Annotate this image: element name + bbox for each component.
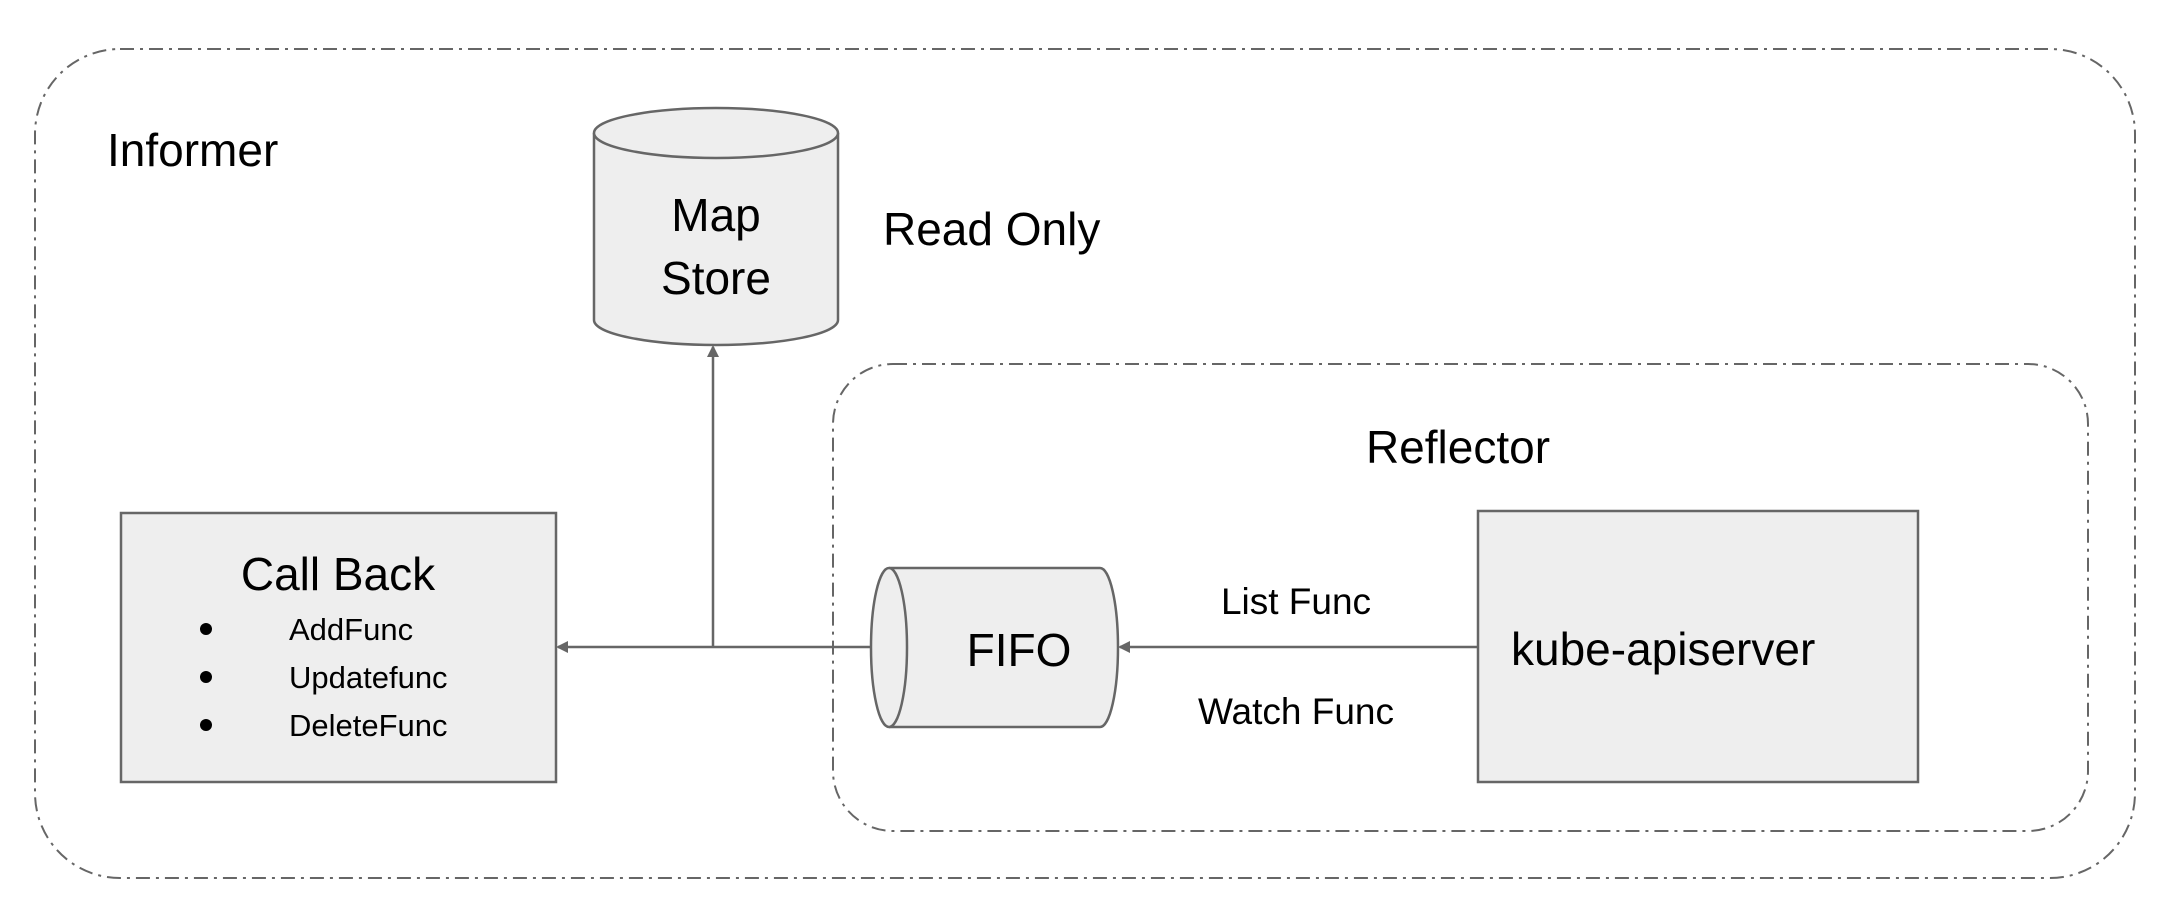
apiserver-label: kube-apiserver: [1511, 623, 1815, 675]
bullet-icon: [200, 623, 212, 635]
apiserver-box: kube-apiserver: [1476, 509, 1920, 784]
map-store-line2: Store: [661, 252, 771, 304]
read-only-label: Read Only: [883, 203, 1100, 255]
reflector-label: Reflector: [1366, 421, 1550, 473]
informer-label: Informer: [107, 124, 278, 176]
map-store-cylinder: Map Store: [592, 106, 840, 347]
bullet-icon: [200, 719, 212, 731]
fifo-cylinder: FIFO: [869, 566, 1120, 729]
watch-func-label: Watch Func: [1198, 691, 1394, 732]
callback-item: Updatefunc: [289, 660, 448, 695]
callback-title: Call Back: [241, 548, 436, 600]
callback-item: AddFunc: [289, 612, 413, 647]
list-func-label: List Func: [1221, 581, 1371, 622]
map-store-line1: Map: [671, 189, 760, 241]
bullet-icon: [200, 671, 212, 683]
informer-diagram: Informer Reflector Map Store Read Only C…: [34, 48, 2136, 879]
callback-box: Call Back AddFunc Updatefunc DeleteFunc: [119, 511, 558, 784]
fifo-label: FIFO: [967, 624, 1072, 676]
callback-item: DeleteFunc: [289, 708, 448, 743]
